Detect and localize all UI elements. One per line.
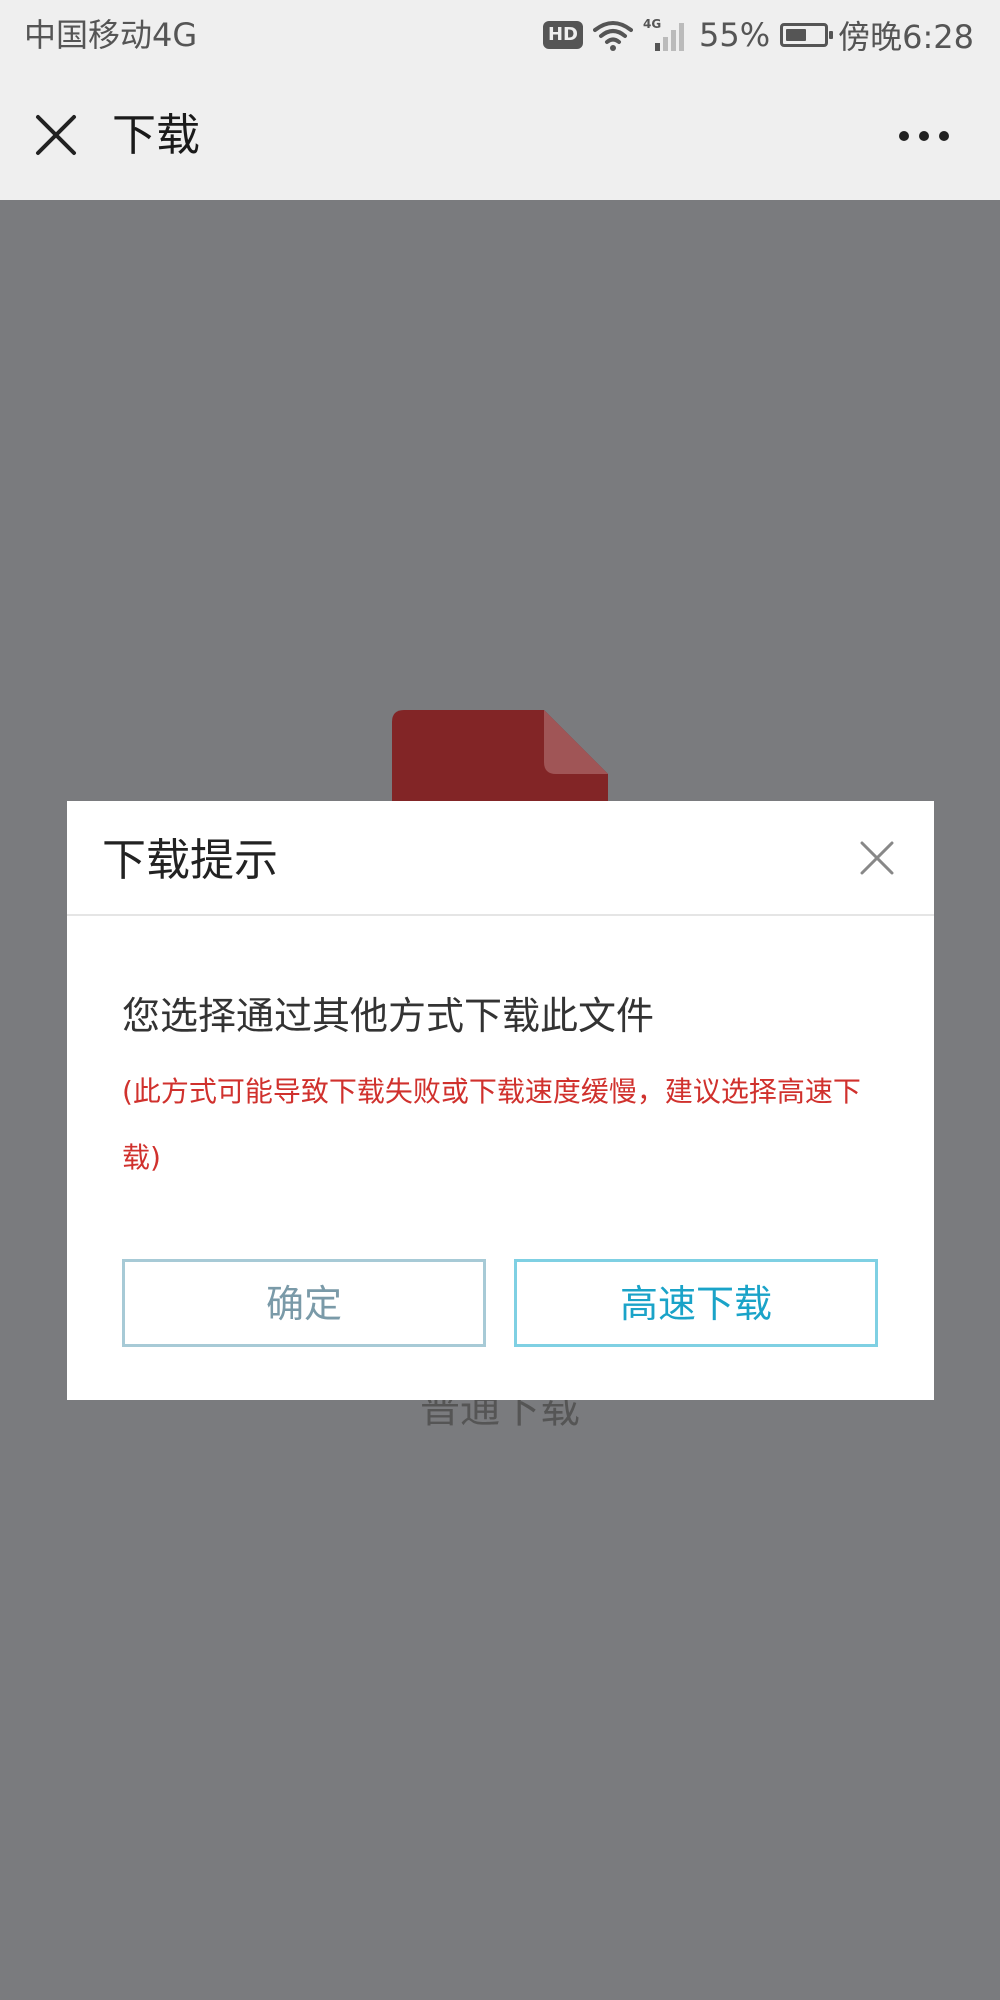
battery-icon — [780, 23, 834, 47]
dialog-header: 下载提示 — [67, 801, 934, 916]
dialog-message: 您选择通过其他方式下载此文件 — [122, 994, 655, 1038]
download-prompt-dialog: 下载提示 您选择通过其他方式下载此文件 (此方式可能导致下载失败或下载速度缓慢，… — [67, 801, 934, 1400]
battery-fill — [786, 29, 807, 41]
wifi-icon — [593, 21, 633, 51]
network-type-label: 4G — [643, 17, 661, 31]
fast-download-button[interactable]: 高速下载 — [514, 1259, 878, 1347]
close-icon[interactable] — [30, 109, 82, 161]
carrier-label: 中国移动4G — [24, 16, 198, 54]
battery-tip — [829, 31, 834, 39]
page-title: 下载 — [112, 110, 200, 161]
status-indicators: HD 4G 55% 傍晚6:28 — [542, 14, 974, 56]
more-icon[interactable] — [898, 120, 950, 152]
dialog-title: 下载提示 — [102, 835, 278, 886]
nav-bar: 下载 — [0, 70, 1000, 200]
clock: 傍晚6:28 — [838, 18, 974, 56]
file-icon-fold — [544, 710, 608, 774]
close-icon[interactable] — [858, 839, 896, 877]
hd-badge: HD — [542, 21, 583, 49]
dialog-warning: (此方式可能导致下载失败或下载速度缓慢，建议选择高速下载) — [122, 1075, 861, 1174]
confirm-button[interactable]: 确定 — [122, 1259, 486, 1347]
battery-percent: 55% — [699, 16, 771, 54]
cellular-signal-icon: 4G — [643, 17, 684, 51]
status-bar: 中国移动4G HD 4G 55% 傍晚6:28 — [0, 0, 1000, 70]
